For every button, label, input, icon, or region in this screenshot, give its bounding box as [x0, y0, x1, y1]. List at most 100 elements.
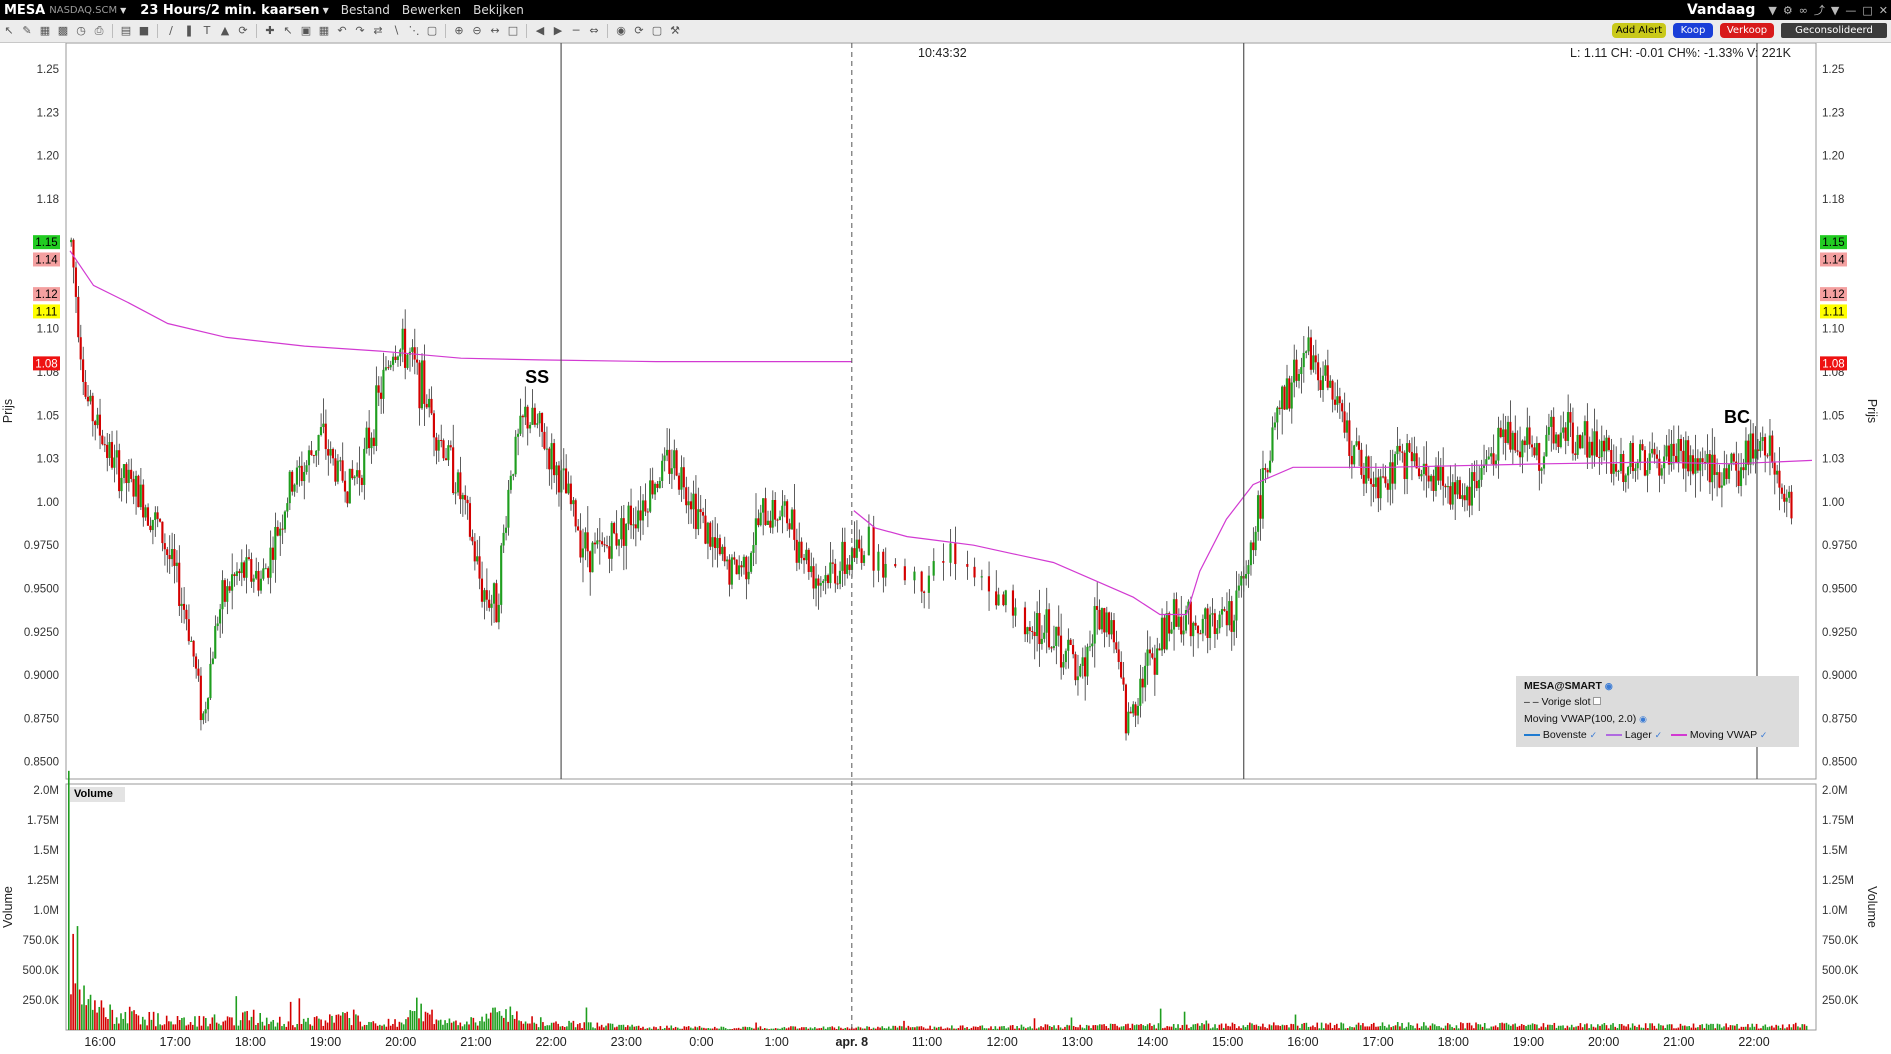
volume-bar [968, 1028, 971, 1030]
colors-icon[interactable]: ■ [137, 24, 151, 38]
menu-bekijken[interactable]: Bekijken [473, 3, 524, 17]
legend-prev-close-checkbox[interactable] [1593, 697, 1602, 705]
clock-icon[interactable]: ◷ [74, 24, 88, 38]
volume-bar [1464, 1028, 1466, 1030]
candle-body [1093, 606, 1096, 644]
bars-icon[interactable]: ▤ [119, 24, 133, 38]
zoom-out-icon[interactable]: ⊖ [470, 24, 484, 38]
fit-icon[interactable]: □ [506, 24, 520, 38]
candle-body [1422, 463, 1425, 475]
volume-pane[interactable] [65, 783, 1817, 1031]
sync-icon[interactable]: ⟳ [632, 24, 646, 38]
legend-box[interactable]: MESA@SMART ◉ – – Vorige slot Moving VWAP… [1516, 676, 1799, 747]
scroll-right-icon[interactable]: ▶ [551, 24, 565, 38]
pencil-icon[interactable]: ✎ [20, 24, 34, 38]
candle-body [1139, 678, 1142, 706]
expand-icon[interactable]: ▢ [425, 24, 439, 38]
minimize-icon[interactable]: — [1845, 4, 1856, 17]
volume-bar [1747, 1024, 1749, 1030]
area-chart-icon[interactable]: ▲ [218, 24, 232, 38]
text-tool-icon[interactable]: T [200, 24, 214, 38]
volume-bar [318, 1018, 320, 1030]
legend-globe-icon[interactable]: ◉ [1605, 681, 1613, 691]
layout-icon[interactable]: ▩ [56, 24, 70, 38]
volume-bar [1320, 1022, 1323, 1030]
maximize-icon[interactable]: □ [1862, 4, 1872, 17]
range-label[interactable]: Vandaag [1687, 2, 1755, 18]
menu-bewerken[interactable]: Bewerken [402, 3, 461, 17]
legend-lower-check-icon[interactable]: ✓ [1655, 730, 1663, 740]
pointer-icon[interactable]: ↖ [2, 24, 16, 38]
sell-button[interactable]: Verkoop [1720, 23, 1774, 38]
calendar-icon[interactable]: ▦ [317, 24, 331, 38]
volume-bar [1766, 1027, 1769, 1030]
volume-bar [916, 1026, 918, 1030]
legend-upper-check-icon[interactable]: ✓ [1590, 730, 1598, 740]
close-icon[interactable]: ✕ [1879, 4, 1888, 17]
symbol-label[interactable]: MESA [4, 3, 45, 18]
cursor-icon[interactable]: ↖ [281, 24, 295, 38]
consolidated-toggle[interactable]: Geconsolideerd [1781, 23, 1887, 38]
volume-bar [779, 1028, 781, 1030]
volume-bar [844, 1027, 847, 1030]
fib-icon[interactable]: ⋱ [407, 24, 421, 38]
buy-button[interactable]: Koop [1673, 23, 1713, 38]
refresh-icon[interactable]: ⟳ [236, 24, 250, 38]
arrows-icon[interactable]: ⇔ [587, 24, 601, 38]
volume-bar [1279, 1025, 1282, 1030]
volume-bar [961, 1025, 964, 1030]
volume-bar [655, 1027, 657, 1030]
candle-body [418, 362, 421, 409]
tools-icon[interactable]: ⚒ [668, 24, 682, 38]
box-icon[interactable]: ▣ [299, 24, 313, 38]
candles-icon[interactable]: ❚ [182, 24, 196, 38]
volume-bar [1799, 1027, 1801, 1030]
collapse-icon[interactable]: ▼ [1831, 4, 1839, 17]
crosshair-icon[interactable]: ✚ [263, 24, 277, 38]
zoom-in-icon[interactable]: ⊕ [452, 24, 466, 38]
volume-bar [224, 1020, 227, 1030]
volume-bar [1794, 1022, 1797, 1030]
candle-body [1499, 427, 1502, 438]
print-icon[interactable]: ⎙ [92, 24, 106, 38]
draw-line-icon[interactable]: ∕ [164, 24, 178, 38]
volume-bar [155, 1026, 157, 1030]
undo-icon[interactable]: ↶ [335, 24, 349, 38]
volume-bar [365, 1024, 368, 1030]
candle-body [1480, 468, 1483, 480]
candle-body [1651, 448, 1654, 454]
volume-bar [278, 1016, 281, 1030]
export-icon[interactable]: ▢ [650, 24, 664, 38]
candle-body [367, 427, 371, 449]
link-icon[interactable]: ∞ [1799, 4, 1808, 17]
timeline-icon[interactable]: ─ [569, 24, 583, 38]
menu-bestand[interactable]: Bestand [341, 3, 390, 17]
period-dropdown-icon[interactable]: ▼ [323, 6, 329, 15]
volume-tick-left: 1.25M [27, 875, 59, 887]
volume-bar [1427, 1027, 1429, 1030]
redo-icon[interactable]: ↷ [353, 24, 367, 38]
grid-icon[interactable]: ▦ [38, 24, 52, 38]
pan-icon[interactable]: ↔ [488, 24, 502, 38]
pin-icon[interactable]: ⤴ [1814, 2, 1825, 18]
volume-bar [940, 1026, 942, 1030]
period-label[interactable]: 23 Hours/2 min. kaarsen [140, 3, 319, 18]
candle-body [1151, 653, 1154, 658]
symbol-dropdown-icon[interactable]: ▼ [120, 6, 126, 15]
volume-bar [470, 1017, 472, 1030]
scroll-left-icon[interactable]: ◀ [533, 24, 547, 38]
settings-icon[interactable]: ⚙ [1783, 4, 1793, 17]
candle-body [1485, 459, 1488, 465]
legend-study-globe-icon[interactable]: ◉ [1639, 714, 1647, 724]
volume-bar [355, 1014, 357, 1030]
trendline-icon[interactable]: ∖ [389, 24, 403, 38]
candle-body [1360, 449, 1363, 475]
volume-bar [89, 994, 92, 1030]
price-chart[interactable]: SSBC 1.25 1.251.23 1.231.20 1.201.18 1.181.1… [0, 43, 1891, 1054]
legend-vwap-check-icon[interactable]: ✓ [1760, 730, 1768, 740]
globe-icon[interactable]: ◉ [614, 24, 628, 38]
add-alert-button[interactable]: Add Alert [1612, 23, 1666, 38]
range-dropdown-icon[interactable]: ▼ [1768, 4, 1776, 17]
swap-icon[interactable]: ⇄ [371, 24, 385, 38]
candle-body [1300, 367, 1303, 375]
